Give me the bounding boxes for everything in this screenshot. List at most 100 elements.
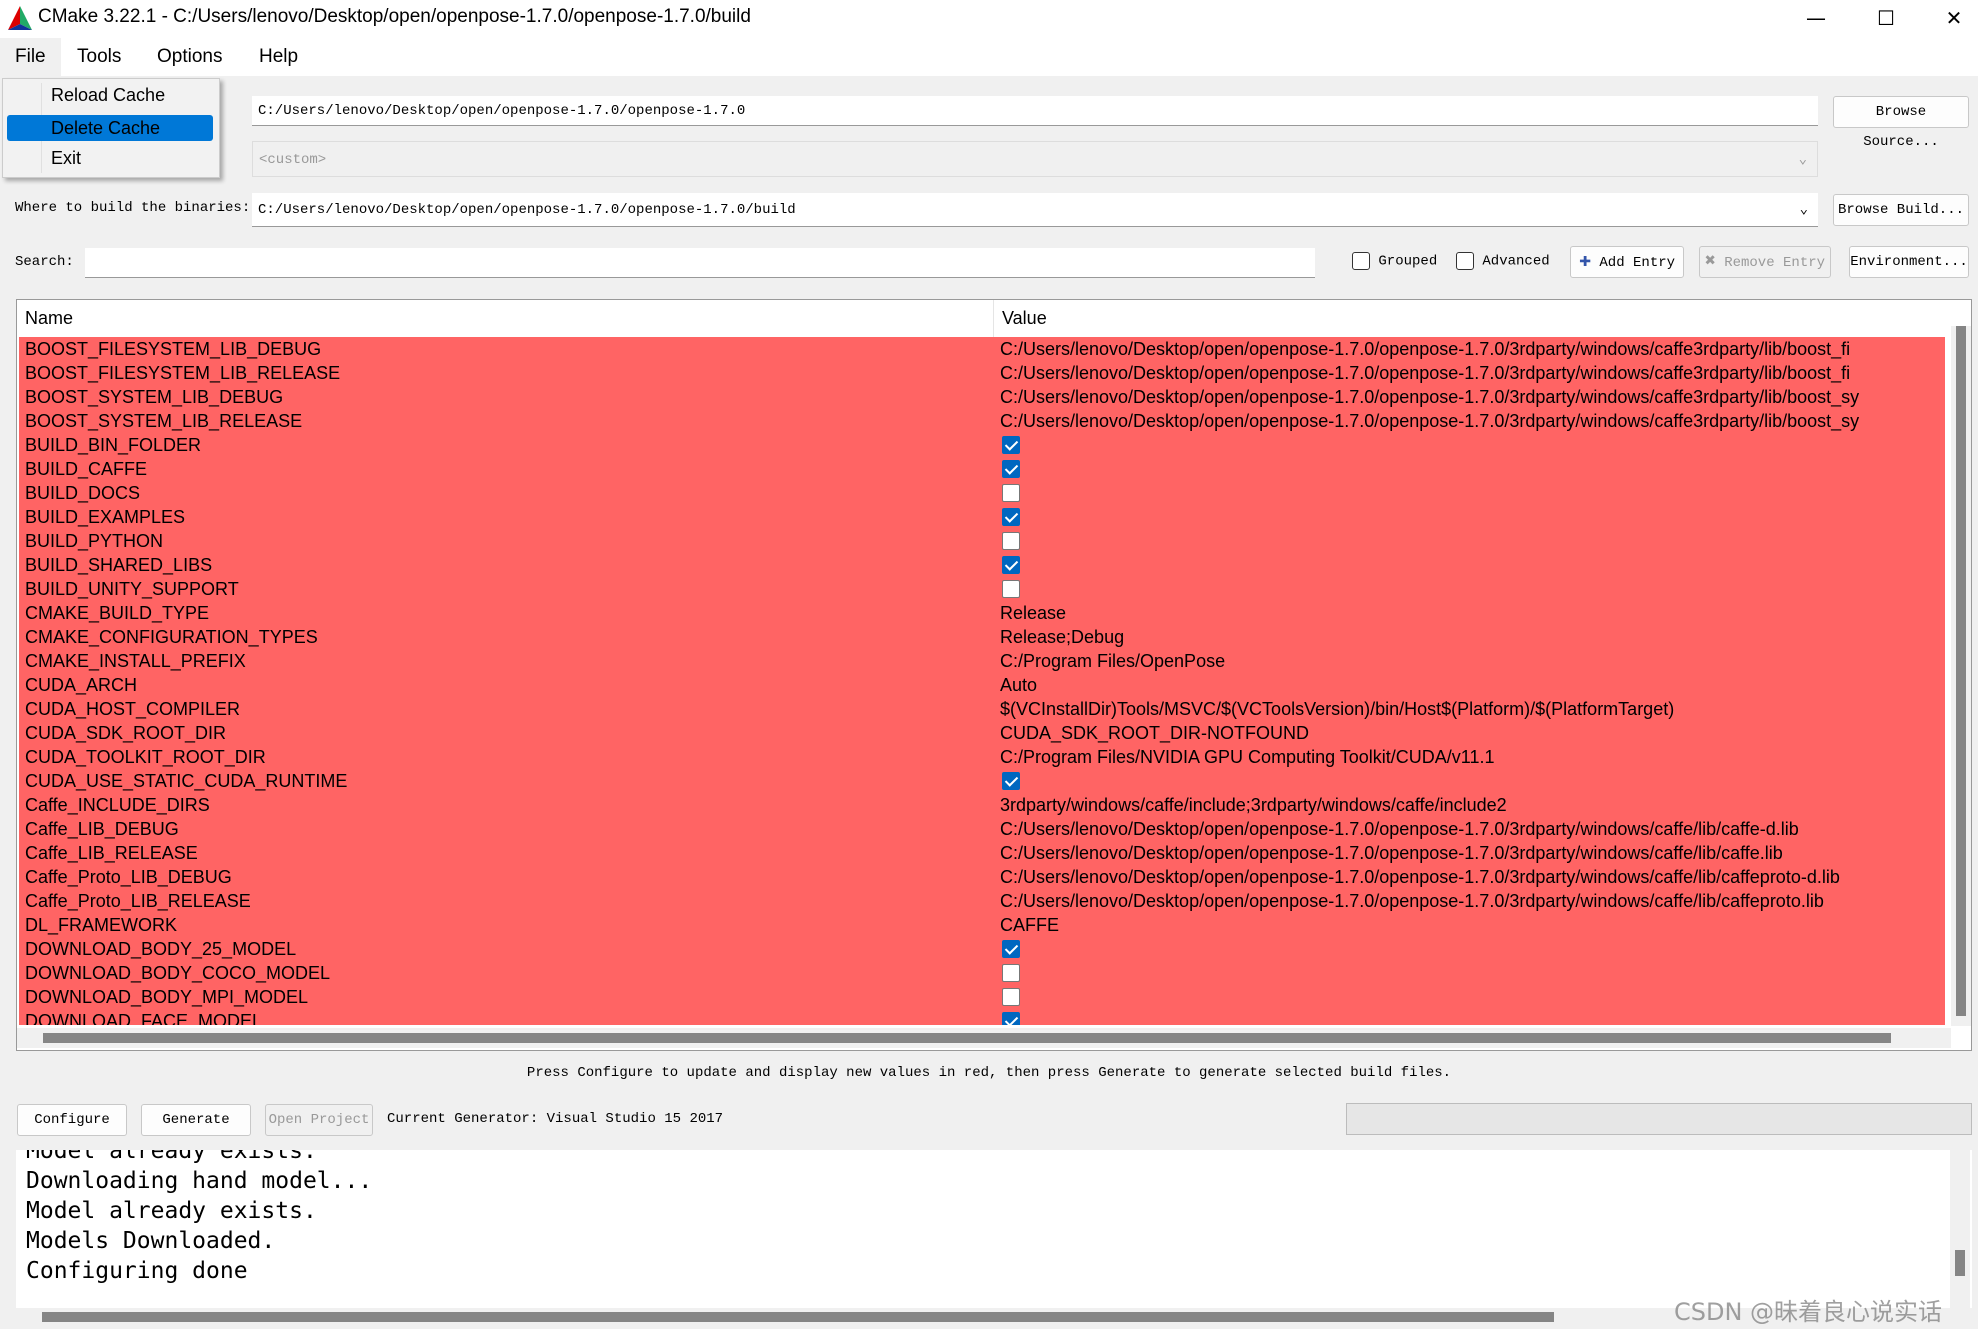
- entry-value[interactable]: C:/Users/lenovo/Desktop/open/openpose-1.…: [1000, 385, 1945, 409]
- menu-item-exit[interactable]: Exit: [7, 145, 213, 171]
- table-row[interactable]: BUILD_EXAMPLES: [19, 505, 1945, 529]
- table-row[interactable]: BOOST_FILESYSTEM_LIB_DEBUG C:/Users/lenov…: [19, 337, 1945, 361]
- log-line: Downloading hand model...: [26, 1168, 373, 1194]
- entry-value[interactable]: C:/Users/lenovo/Desktop/open/openpose-1.…: [1000, 361, 1945, 385]
- entry-checkbox[interactable]: [1002, 964, 1020, 982]
- entry-checkbox[interactable]: [1002, 436, 1020, 454]
- entry-value[interactable]: CUDA_SDK_ROOT_DIR-NOTFOUND: [1000, 721, 1945, 745]
- entry-value[interactable]: Auto: [1000, 673, 1945, 697]
- table-row[interactable]: BOOST_SYSTEM_LIB_RELEASE C:/Users/lenovo/…: [19, 409, 1945, 433]
- entry-value[interactable]: C:/Program Files/NVIDIA GPU Computing To…: [1000, 745, 1945, 769]
- menu-file[interactable]: File: [0, 38, 61, 76]
- entry-name: DL_FRAMEWORK: [25, 915, 178, 935]
- entry-value[interactable]: C:/Users/lenovo/Desktop/open/openpose-1.…: [1000, 841, 1945, 865]
- table-row[interactable]: BUILD_UNITY_SUPPORT: [19, 577, 1945, 601]
- menu-options[interactable]: Options: [142, 38, 237, 76]
- log-vertical-scrollbar[interactable]: [1950, 1150, 1970, 1308]
- table-row[interactable]: DOWNLOAD_BODY_25_MODEL: [19, 937, 1945, 961]
- table-row[interactable]: DOWNLOAD_BODY_COCO_MODEL: [19, 961, 1945, 985]
- grouped-checkbox[interactable]: Grouped: [1352, 252, 1437, 270]
- menu-help[interactable]: Help: [244, 38, 313, 76]
- table-row[interactable]: CUDA_HOST_COMPILER $(VCInstallDir)Tools/M…: [19, 697, 1945, 721]
- entry-name: CUDA_ARCH: [25, 675, 138, 695]
- search-input[interactable]: [85, 248, 1315, 278]
- entry-checkbox[interactable]: [1002, 772, 1020, 790]
- entry-value[interactable]: C:/Program Files/OpenPose: [1000, 649, 1945, 673]
- table-row[interactable]: Caffe_INCLUDE_DIRS 3rdparty/windows/caffe…: [19, 793, 1945, 817]
- advanced-label: Advanced: [1482, 253, 1550, 270]
- entry-value[interactable]: C:/Users/lenovo/Desktop/open/openpose-1.…: [1000, 817, 1945, 841]
- remove-entry-button[interactable]: ✖ Remove Entry: [1699, 246, 1831, 278]
- configure-button[interactable]: Configure: [17, 1104, 127, 1136]
- entry-value[interactable]: Release;Debug: [1000, 625, 1945, 649]
- entry-name: CUDA_TOOLKIT_ROOT_DIR: [25, 747, 266, 767]
- entry-checkbox[interactable]: [1002, 532, 1020, 550]
- table-row[interactable]: CUDA_TOOLKIT_ROOT_DIR C:/Program Files/NV…: [19, 745, 1945, 769]
- table-row[interactable]: CMAKE_INSTALL_PREFIX C:/Program Files/Ope…: [19, 649, 1945, 673]
- table-row[interactable]: CMAKE_CONFIGURATION_TYPES Release;Debug: [19, 625, 1945, 649]
- entry-value[interactable]: Release: [1000, 601, 1945, 625]
- table-row[interactable]: BUILD_SHARED_LIBS: [19, 553, 1945, 577]
- maximize-button[interactable]: ☐: [1856, 0, 1916, 38]
- menu-tools[interactable]: Tools: [62, 38, 136, 76]
- table-row[interactable]: Caffe_LIB_RELEASE C:/Users/lenovo/Desktop…: [19, 841, 1945, 865]
- entry-checkbox[interactable]: [1002, 460, 1020, 478]
- add-entry-button[interactable]: ✚ Add Entry: [1570, 246, 1684, 278]
- vertical-scrollbar[interactable]: [1951, 326, 1971, 1026]
- table-row[interactable]: DL_FRAMEWORK CAFFE: [19, 913, 1945, 937]
- column-header-value[interactable]: Value: [994, 300, 1944, 337]
- browse-build-button[interactable]: Browse Build...: [1833, 194, 1969, 226]
- entry-name: DOWNLOAD_BODY_25_MODEL: [25, 939, 297, 959]
- source-path-input[interactable]: C:/Users/lenovo/Desktop/open/openpose-1.…: [252, 96, 1818, 126]
- close-button[interactable]: ✕: [1924, 0, 1978, 38]
- entry-value[interactable]: C:/Users/lenovo/Desktop/open/openpose-1.…: [1000, 865, 1945, 889]
- table-row[interactable]: DOWNLOAD_FACE_MODEL: [19, 1009, 1945, 1025]
- entry-name: CMAKE_CONFIGURATION_TYPES: [25, 627, 318, 647]
- entry-checkbox[interactable]: [1002, 940, 1020, 958]
- table-row[interactable]: DOWNLOAD_BODY_MPI_MODEL: [19, 985, 1945, 1009]
- table-row[interactable]: CUDA_ARCH Auto: [19, 673, 1945, 697]
- entry-value[interactable]: C:/Users/lenovo/Desktop/open/openpose-1.…: [1000, 409, 1945, 433]
- entry-checkbox[interactable]: [1002, 988, 1020, 1006]
- output-log: Model already exists. Downloading hand mo…: [16, 1150, 1972, 1308]
- entry-checkbox[interactable]: [1002, 580, 1020, 598]
- entry-value[interactable]: CAFFE: [1000, 913, 1945, 937]
- build-path-input[interactable]: C:/Users/lenovo/Desktop/open/openpose-1.…: [252, 193, 1818, 227]
- table-row[interactable]: BUILD_DOCS: [19, 481, 1945, 505]
- table-row[interactable]: Caffe_Proto_LIB_DEBUG C:/Users/lenovo/Des…: [19, 865, 1945, 889]
- table-row[interactable]: Caffe_Proto_LIB_RELEASE C:/Users/lenovo/D…: [19, 889, 1945, 913]
- entry-checkbox[interactable]: [1002, 556, 1020, 574]
- table-row[interactable]: BUILD_PYTHON: [19, 529, 1945, 553]
- generate-button[interactable]: Generate: [141, 1104, 251, 1136]
- entry-checkbox[interactable]: [1002, 1012, 1020, 1025]
- table-row[interactable]: CUDA_SDK_ROOT_DIR CUDA_SDK_ROOT_DIR-NOTFO…: [19, 721, 1945, 745]
- remove-icon: ✖: [1704, 252, 1716, 272]
- table-row[interactable]: BOOST_FILESYSTEM_LIB_RELEASE C:/Users/len…: [19, 361, 1945, 385]
- table-row[interactable]: BOOST_SYSTEM_LIB_DEBUG C:/Users/lenovo/De…: [19, 385, 1945, 409]
- advanced-checkbox[interactable]: Advanced: [1456, 252, 1550, 270]
- entry-checkbox[interactable]: [1002, 508, 1020, 526]
- minimize-button[interactable]: —: [1786, 0, 1846, 38]
- entry-name: BOOST_FILESYSTEM_LIB_RELEASE: [25, 363, 341, 383]
- table-row[interactable]: CUDA_USE_STATIC_CUDA_RUNTIME: [19, 769, 1945, 793]
- open-project-button[interactable]: Open Project: [265, 1104, 373, 1136]
- table-row[interactable]: Caffe_LIB_DEBUG C:/Users/lenovo/Desktop/o…: [19, 817, 1945, 841]
- table-row[interactable]: BUILD_BIN_FOLDER: [19, 433, 1945, 457]
- entry-value[interactable]: $(VCInstallDir)Tools/MSVC/$(VCToolsVersi…: [1000, 697, 1945, 721]
- entry-name: BUILD_SHARED_LIBS: [25, 555, 213, 575]
- horizontal-scrollbar[interactable]: [17, 1028, 1951, 1048]
- entry-value[interactable]: C:/Users/lenovo/Desktop/open/openpose-1.…: [1000, 889, 1945, 913]
- table-row[interactable]: BUILD_CAFFE: [19, 457, 1945, 481]
- menu-item-reload-cache[interactable]: Reload Cache: [7, 82, 213, 108]
- entry-name: BUILD_BIN_FOLDER: [25, 435, 202, 455]
- entry-value[interactable]: C:/Users/lenovo/Desktop/open/openpose-1.…: [1000, 337, 1945, 361]
- environment-button[interactable]: Environment...: [1849, 246, 1969, 278]
- preset-select[interactable]: <custom> ⌄: [252, 141, 1818, 177]
- cmake-logo-icon: [8, 6, 32, 30]
- column-header-name[interactable]: Name: [17, 300, 994, 337]
- browse-source-button[interactable]: Browse Source...: [1833, 96, 1969, 150]
- entry-checkbox[interactable]: [1002, 484, 1020, 502]
- menu-item-delete-cache[interactable]: Delete Cache: [7, 115, 213, 141]
- table-row[interactable]: CMAKE_BUILD_TYPE Release: [19, 601, 1945, 625]
- entry-value[interactable]: 3rdparty/windows/caffe/include;3rdparty/…: [1000, 793, 1945, 817]
